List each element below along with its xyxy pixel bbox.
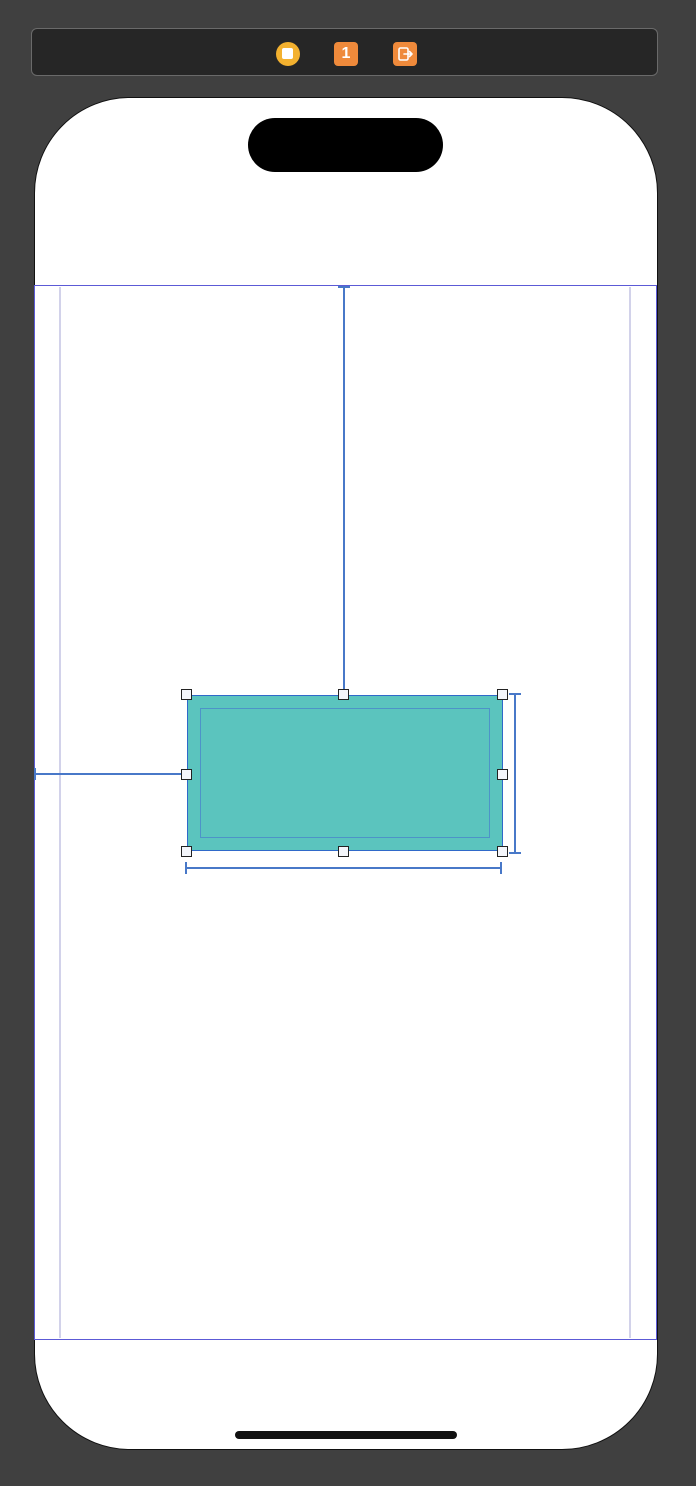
- view-controller-icon[interactable]: [276, 42, 300, 66]
- resize-handle-left[interactable]: [181, 769, 192, 780]
- view-controller-icon-square: [282, 48, 293, 59]
- resize-handle-bottom[interactable]: [338, 846, 349, 857]
- resize-handle-bottom-right[interactable]: [497, 846, 508, 857]
- resize-handle-top-right[interactable]: [497, 689, 508, 700]
- exit-icon[interactable]: [393, 42, 417, 66]
- resize-handle-right[interactable]: [497, 769, 508, 780]
- height-constraint-cap-top: [509, 693, 521, 695]
- scene-dock: 1: [31, 28, 658, 76]
- first-responder-icon[interactable]: 1: [334, 42, 358, 66]
- width-constraint-cap-right: [500, 862, 502, 874]
- top-constraint-cap: [338, 286, 350, 288]
- width-constraint-cap-left: [185, 862, 187, 874]
- leading-constraint[interactable]: [35, 773, 187, 775]
- width-constraint[interactable]: [186, 867, 502, 869]
- resize-handle-bottom-left[interactable]: [181, 846, 192, 857]
- height-constraint-cap-bottom: [509, 852, 521, 854]
- top-constraint[interactable]: [343, 287, 345, 695]
- exit-glyph: [398, 47, 413, 61]
- leading-margin-guide: [59, 287, 61, 1338]
- view-layout-margins: [200, 708, 490, 838]
- resize-handle-top[interactable]: [338, 689, 349, 700]
- home-indicator: [235, 1431, 457, 1439]
- storyboard-canvas[interactable]: 1: [0, 0, 696, 1486]
- trailing-margin-guide: [629, 287, 631, 1338]
- dynamic-island: [248, 118, 443, 172]
- leading-constraint-cap: [34, 768, 36, 780]
- height-constraint[interactable]: [514, 694, 516, 853]
- selected-view[interactable]: [187, 695, 503, 851]
- resize-handle-top-left[interactable]: [181, 689, 192, 700]
